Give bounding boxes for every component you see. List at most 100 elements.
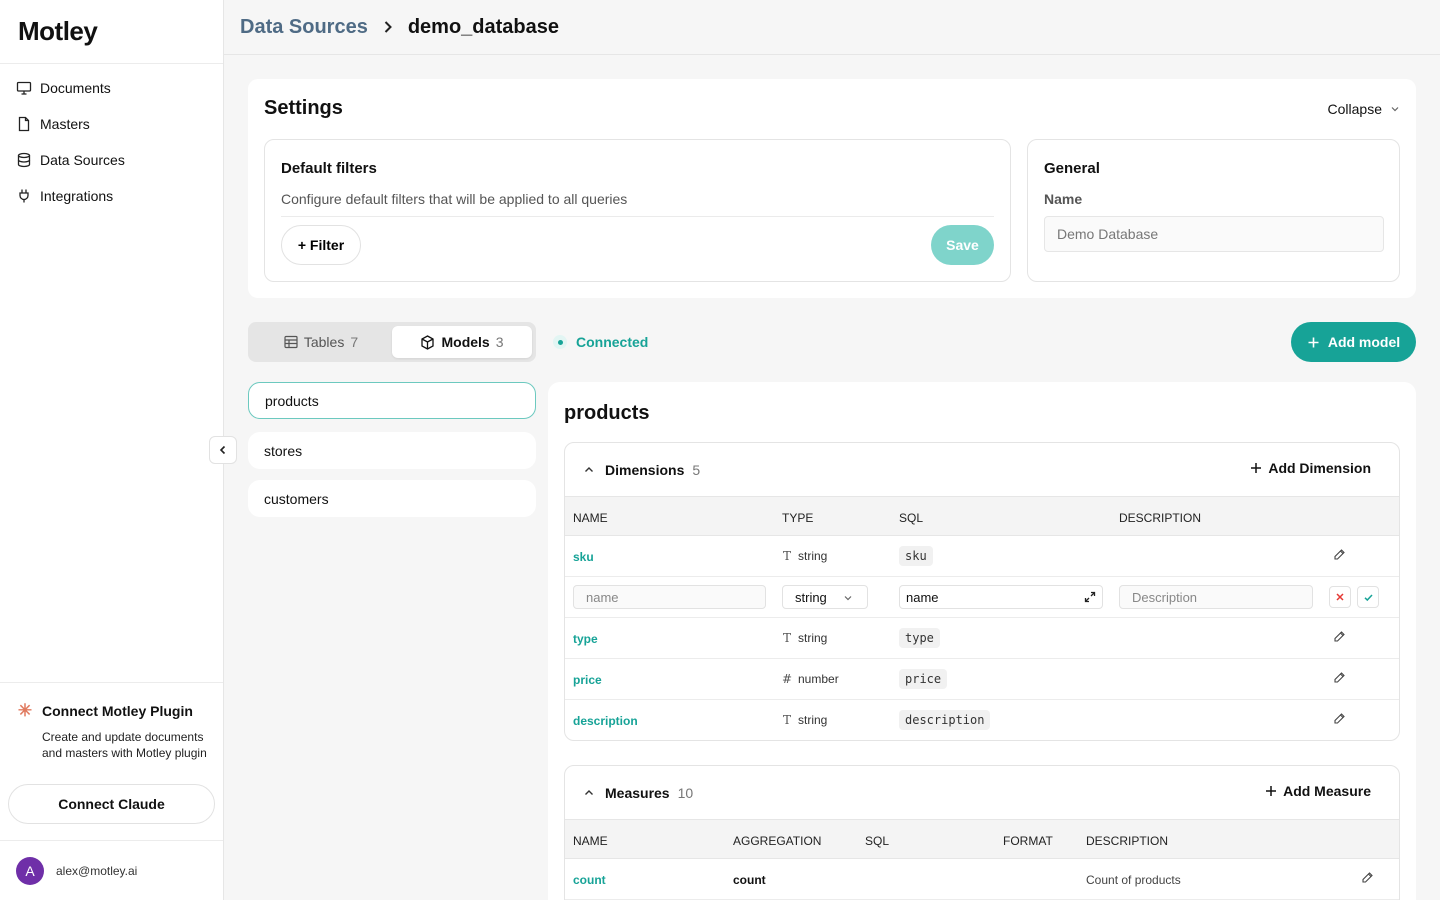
dimension-name[interactable]: price <box>573 673 602 687</box>
sidebar: Motley Documents Masters Data Sources In… <box>0 0 224 900</box>
column-header: DESCRIPTION <box>1119 511 1202 525</box>
column-header: DESCRIPTION <box>1086 834 1169 848</box>
dimension-sql: price <box>899 669 948 689</box>
name-input[interactable]: Demo Database <box>1044 216 1384 252</box>
cancel-edit-button[interactable] <box>1329 586 1351 608</box>
column-header: NAME <box>573 834 608 848</box>
chevron-down-icon <box>844 596 852 601</box>
sidebar-item-data-sources[interactable]: Data Sources <box>0 142 223 178</box>
presentation-icon <box>16 81 32 95</box>
table-row[interactable]: description Tstring description <box>565 700 1399 740</box>
dimensions-title: Dimensions <box>605 461 685 478</box>
page-title: demo_database <box>407 15 560 38</box>
add-measure-button[interactable]: Add Measure <box>1265 783 1371 799</box>
table-row-editing: name string name Description <box>565 577 1399 618</box>
text-type-icon: T <box>782 631 791 645</box>
text-type-icon: T <box>782 713 791 727</box>
avatar: A <box>16 856 44 885</box>
logo[interactable]: Motley <box>0 0 223 64</box>
model-item-products[interactable]: products <box>248 382 536 419</box>
add-dimension-button[interactable]: Add Dimension <box>1250 460 1371 476</box>
tab-tables-count: 7 <box>350 334 359 350</box>
column-header: FORMAT <box>1003 834 1053 848</box>
pencil-icon[interactable] <box>1333 671 1346 687</box>
sidebar-item-label: Data Sources <box>40 152 125 168</box>
tab-models-label: Models <box>441 334 490 350</box>
collapse-sidebar-button[interactable] <box>209 436 237 464</box>
sidebar-item-masters[interactable]: Masters <box>0 106 223 142</box>
dimension-sql: type <box>899 628 940 648</box>
measures-count: 10 <box>677 784 694 801</box>
table-row[interactable]: count count Count of products <box>565 859 1399 900</box>
database-icon <box>17 152 31 168</box>
status-label: Connected <box>576 334 649 350</box>
chevron-left-icon <box>219 445 226 455</box>
pencil-icon[interactable] <box>1333 548 1346 564</box>
sparkle-icon: ✳ <box>17 701 33 720</box>
add-model-button[interactable]: Add model <box>1291 322 1416 362</box>
dimension-name[interactable]: description <box>573 714 638 728</box>
save-button[interactable]: Save <box>931 225 994 265</box>
general-title: General <box>1044 160 1100 177</box>
plugin-promo: ✳ Connect Motley Plugin Create and updat… <box>0 682 223 824</box>
column-header: TYPE <box>782 511 814 525</box>
add-dimension-label: Add Dimension <box>1268 460 1371 476</box>
plug-icon <box>19 189 29 203</box>
model-item-stores[interactable]: stores <box>248 432 536 469</box>
sidebar-item-label: Documents <box>40 80 111 96</box>
pencil-icon[interactable] <box>1333 630 1346 646</box>
sidebar-item-integrations[interactable]: Integrations <box>0 178 223 214</box>
table-row[interactable]: sku Tstring sku <box>565 536 1399 577</box>
divider <box>281 216 994 217</box>
dimension-name-input[interactable]: name <box>573 585 766 609</box>
dimension-sql: sku <box>899 546 933 566</box>
model-item-customers[interactable]: customers <box>248 480 536 517</box>
add-measure-label: Add Measure <box>1283 783 1371 799</box>
tab-models-count: 3 <box>495 334 504 350</box>
dimension-name[interactable]: sku <box>573 550 594 564</box>
default-filters-card: Default filters Configure default filter… <box>264 139 1011 282</box>
measure-description: Count of products <box>1086 873 1181 887</box>
dimension-sql-input[interactable]: name <box>899 585 1103 609</box>
model-detail-panel: products Dimensions 5 Add Dimension NAME… <box>548 382 1416 900</box>
dimension-name[interactable]: type <box>573 632 598 646</box>
dimensions-header[interactable]: Dimensions 5 Add Dimension <box>565 443 1399 496</box>
plugin-title: Connect Motley Plugin <box>42 703 193 719</box>
user-email: alex@motley.ai <box>56 863 138 878</box>
tab-tables[interactable]: Tables 7 <box>252 326 390 358</box>
tab-tables-label: Tables <box>303 334 345 350</box>
add-filter-button[interactable]: + Filter <box>281 225 361 265</box>
measures-header[interactable]: Measures 10 Add Measure <box>565 766 1399 819</box>
dimension-type-select[interactable]: string <box>782 585 868 609</box>
expand-icon[interactable] <box>1084 591 1096 603</box>
measure-aggregation: count <box>733 873 766 887</box>
plus-icon <box>1266 786 1277 796</box>
sidebar-item-documents[interactable]: Documents <box>0 70 223 106</box>
table-row[interactable]: price # number price <box>565 659 1399 700</box>
confirm-edit-button[interactable] <box>1357 586 1379 608</box>
collapse-settings-button[interactable]: Collapse <box>1328 101 1400 117</box>
pencil-icon[interactable] <box>1361 871 1374 887</box>
user-profile[interactable]: A alex@motley.ai <box>0 840 223 900</box>
breadcrumb-data-sources[interactable]: Data Sources <box>240 16 368 39</box>
general-card: General Name Demo Database <box>1027 139 1400 282</box>
sidebar-item-label: Integrations <box>40 188 114 204</box>
check-icon <box>1363 593 1373 601</box>
dimension-description-input[interactable]: Description <box>1119 585 1313 609</box>
chevron-down-icon <box>1391 107 1399 112</box>
file-icon <box>18 116 30 132</box>
connection-status: Connected <box>553 334 648 350</box>
measure-name[interactable]: count <box>573 873 606 887</box>
chevron-up-icon <box>583 787 595 799</box>
collapse-label: Collapse <box>1327 101 1382 117</box>
connect-claude-button[interactable]: Connect Claude <box>8 784 215 824</box>
dimensions-table-header: NAME TYPE SQL DESCRIPTION <box>565 496 1399 536</box>
cube-icon <box>421 334 435 350</box>
table-row[interactable]: type Tstring type <box>565 618 1399 659</box>
sidebar-nav: Documents Masters Data Sources Integrati… <box>0 64 223 214</box>
tab-models[interactable]: Models 3 <box>392 326 532 358</box>
name-label: Name <box>1044 191 1083 207</box>
logo-text: Motley <box>18 16 98 46</box>
measures-table-header: NAME AGGREGATION SQL FORMAT DESCRIPTION <box>565 819 1399 859</box>
pencil-icon[interactable] <box>1333 712 1346 728</box>
